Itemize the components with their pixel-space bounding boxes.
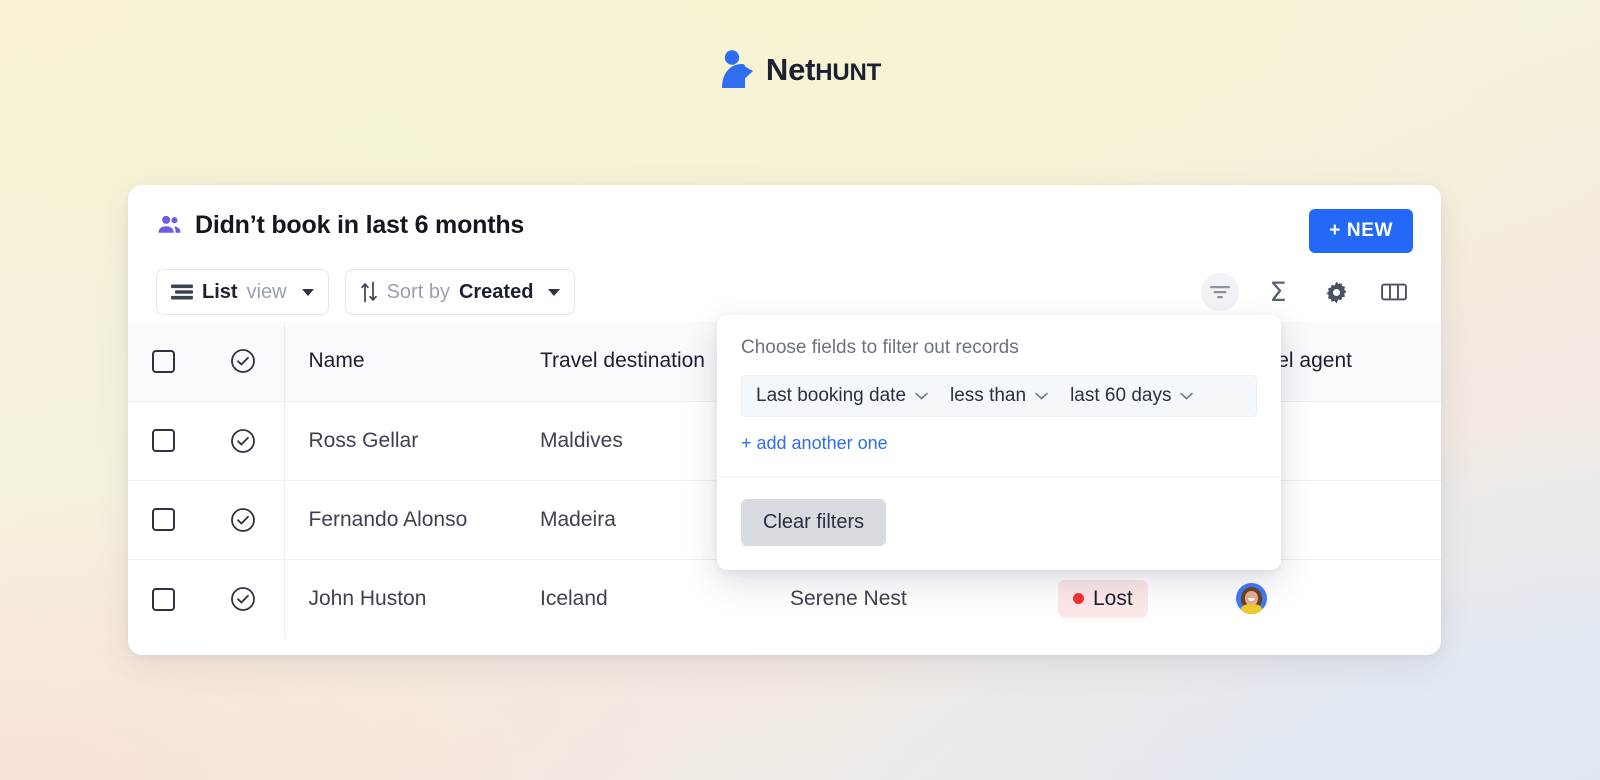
row-task-cell[interactable] — [206, 401, 284, 480]
filter-operator-value: less than — [950, 385, 1026, 407]
filter-condition-row: Last booking date less than last 60 days — [741, 375, 1257, 417]
status-dot-icon — [1073, 593, 1084, 604]
cell-name[interactable]: Ross Gellar — [284, 401, 516, 480]
nethunt-logo-icon — [719, 48, 757, 90]
status-badge: Lost — [1058, 580, 1148, 618]
list-lines-icon — [171, 284, 193, 300]
filter-value-value: last 60 days — [1070, 385, 1171, 407]
cell-destination[interactable]: Iceland — [516, 559, 766, 638]
view-controls-row: List view Sort by Created — [156, 269, 1413, 315]
filter-hint: Choose fields to filter out records — [741, 337, 1257, 359]
sort-selector[interactable]: Sort by Created — [345, 269, 576, 315]
clear-filters-button[interactable]: Clear filters — [741, 499, 886, 546]
filter-field-select[interactable]: Last booking date — [756, 385, 950, 407]
list-view-label-soft: view — [247, 281, 287, 304]
filter-operator-select[interactable]: less than — [950, 385, 1070, 407]
row-checkbox[interactable] — [152, 588, 175, 611]
row-select-cell[interactable] — [128, 401, 206, 480]
list-view-label-strong: List — [202, 281, 238, 304]
people-icon — [156, 212, 183, 239]
filter-icon — [1209, 283, 1231, 301]
app-logo: NetHunt — [0, 48, 1600, 90]
avatar — [1236, 583, 1267, 614]
check-circle-icon[interactable] — [230, 348, 256, 374]
row-select-cell[interactable] — [128, 480, 206, 559]
filter-field-value: Last booking date — [756, 385, 906, 407]
brand-wordmark: NetHunt — [766, 54, 881, 85]
chevron-down-icon — [302, 289, 314, 296]
row-task-cell[interactable] — [206, 559, 284, 638]
cell-name[interactable]: John Huston — [284, 559, 516, 638]
column-header-name[interactable]: Name — [284, 322, 516, 401]
columns-button[interactable] — [1375, 273, 1413, 311]
row-checkbox[interactable] — [152, 429, 175, 452]
chevron-down-icon — [548, 289, 560, 296]
list-view-selector[interactable]: List view — [156, 269, 329, 315]
sigma-icon: Σ — [1269, 279, 1286, 306]
filter-button[interactable] — [1201, 273, 1239, 311]
chevron-down-icon — [915, 392, 928, 400]
status-badge-label: Lost — [1093, 587, 1133, 611]
toolbar-icons: Σ — [1201, 273, 1413, 311]
brand-net: Net — [766, 52, 815, 87]
gear-icon — [1324, 280, 1349, 305]
table-row[interactable]: John Huston Iceland Serene Nest Lost — [128, 559, 1441, 638]
cell-status[interactable]: Lost — [1034, 559, 1212, 638]
check-circle-icon[interactable] — [230, 586, 256, 612]
sort-label-soft: Sort by — [387, 281, 450, 304]
task-header — [206, 322, 284, 401]
sort-arrows-icon — [360, 281, 378, 303]
add-another-filter-link[interactable]: + add another one — [741, 433, 888, 454]
row-checkbox[interactable] — [152, 508, 175, 531]
select-all-checkbox[interactable] — [152, 350, 175, 373]
row-task-cell[interactable] — [206, 480, 284, 559]
cell-agent[interactable] — [1212, 559, 1441, 638]
card-header: Didn’t book in last 6 months + NEW List … — [128, 185, 1441, 322]
page-title: Didn’t book in last 6 months — [195, 211, 524, 240]
popover-footer: Clear filters — [741, 477, 1257, 570]
select-all-header[interactable] — [128, 322, 206, 401]
columns-icon — [1381, 282, 1407, 302]
view-title-row: Didn’t book in last 6 months — [156, 211, 1413, 240]
brand-hunt: Hunt — [815, 59, 881, 86]
check-circle-icon[interactable] — [230, 428, 256, 454]
cell-name[interactable]: Fernando Alonso — [284, 480, 516, 559]
settings-button[interactable] — [1317, 273, 1355, 311]
cell-hotel[interactable]: Serene Nest — [766, 559, 1034, 638]
filter-popover: Choose fields to filter out records Last… — [717, 315, 1281, 570]
check-circle-icon[interactable] — [230, 507, 256, 533]
summary-button[interactable]: Σ — [1259, 273, 1297, 311]
chevron-down-icon — [1180, 392, 1193, 400]
filter-value-select[interactable]: last 60 days — [1070, 385, 1193, 407]
sort-label-strong: Created — [459, 281, 533, 304]
chevron-down-icon — [1035, 392, 1048, 400]
new-record-button[interactable]: + NEW — [1309, 209, 1413, 253]
row-select-cell[interactable] — [128, 559, 206, 638]
